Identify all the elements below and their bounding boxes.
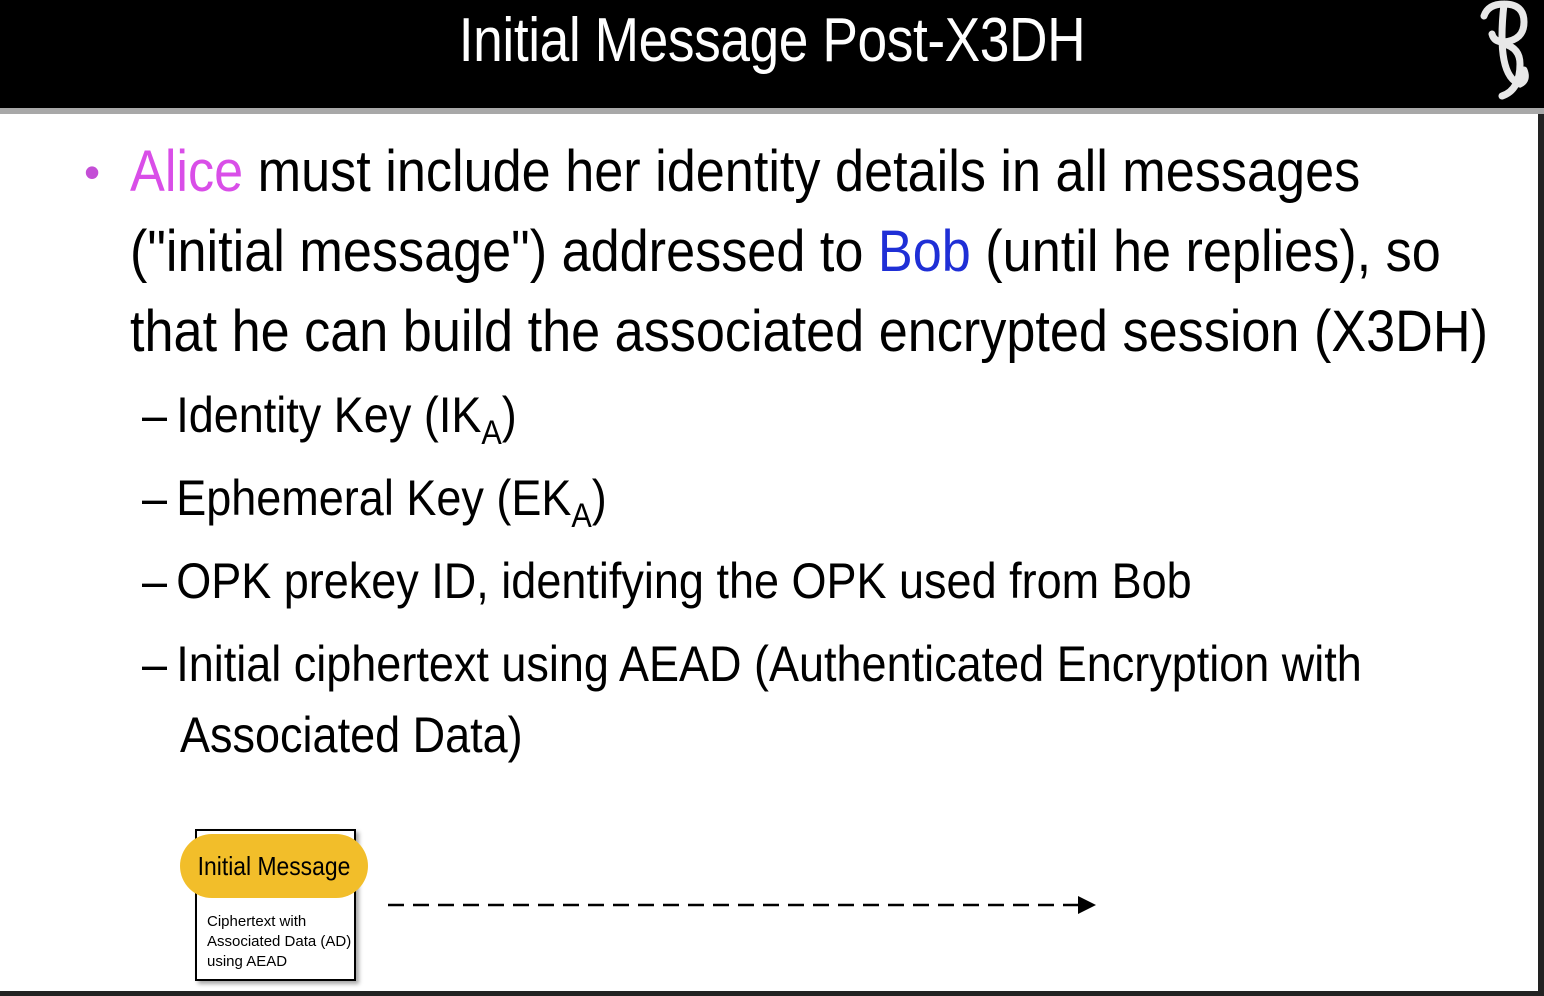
ephemeral-key-text: Ephemeral Key (EK [176,470,572,526]
bullet-line-1: Alice must include her identity details … [130,132,1381,212]
message-body-line: using AEAD [207,953,288,970]
initial-ciphertext-continuation: Associated Data) [180,707,523,763]
bullet-dot-icon: • [84,146,101,198]
subitem-ephemeral-key: – Ephemeral Key (EKA) [142,463,607,533]
opk-prekey-text: OPK prekey ID, identifying the OPK used … [176,553,1192,609]
subitem-identity-key: – Identity Key (IKA) [142,380,517,450]
message-body-line: Associated Data (AD) [207,933,352,950]
message-body-line: Ciphertext with [207,913,307,930]
subitem-initial-ciphertext: – Initial ciphertext using AEAD (Authenti… [142,629,1362,699]
dash-marker: – [142,470,168,526]
initial-message-label: Initial Message [197,851,351,881]
initial-message-body: Ciphertext with Associated Data (AD) usi… [207,912,352,972]
alice-name: Alice [130,139,244,204]
identity-key-close: ) [501,387,517,443]
dash-marker: – [142,553,168,609]
bob-name: Bob [877,219,971,284]
bullet-line-2-post: (until he replies), so [970,219,1441,284]
bullet-line-1-rest: must include her identity details in all… [243,139,1361,204]
slide-border-right [1538,114,1544,996]
slide-title: Initial Message Post-X3DH [458,6,1086,75]
identity-key-subscript: A [481,414,502,452]
identity-key-text: Identity Key (IK [176,387,482,443]
initial-ciphertext-text: Initial ciphertext using AEAD (Authentic… [176,636,1362,692]
subitem-opk-prekey: – OPK prekey ID, identifying the OPK used… [142,546,1192,616]
dash-marker: – [142,387,168,443]
initial-message-pill: Initial Message [180,834,368,898]
bullet-line-2: ("initial message") addressed to Bob (un… [130,212,1441,292]
ephemeral-key-close: ) [591,470,607,526]
ephemeral-key-subscript: A [571,497,592,535]
slide-border-bottom [0,991,1544,996]
title-bar: Initial Message Post-X3DH [0,0,1544,108]
title-divider [0,108,1544,114]
dashed-arrow-icon [388,896,1096,914]
dash-marker: – [142,636,168,692]
bullet-line-3: that he can build the associated encrypt… [130,299,1488,364]
main-bullet-text: Alice must include her identity details … [130,132,1488,372]
stylized-letter-logo-icon [1480,0,1529,100]
bullet-line-2-pre: ("initial message") addressed to [130,219,878,284]
